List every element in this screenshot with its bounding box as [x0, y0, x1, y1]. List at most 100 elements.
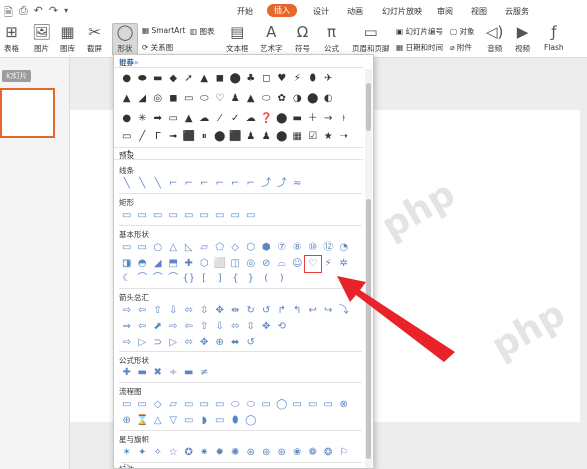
shape-option[interactable]: ⊛: [243, 445, 259, 461]
tab-review[interactable]: 审阅: [437, 6, 453, 17]
shape-option[interactable]: ⬄: [181, 335, 197, 351]
shape-option[interactable]: ⟊: [336, 111, 352, 127]
shape-option[interactable]: ✷: [197, 445, 213, 461]
shape-option[interactable]: ⇩: [212, 319, 228, 335]
shape-option[interactable]: ◻: [259, 71, 275, 87]
shape-option[interactable]: ▬: [135, 365, 151, 381]
shape-option[interactable]: ☺: [290, 256, 306, 272]
symbol-button[interactable]: Ω 符号: [295, 24, 310, 54]
shape-option[interactable]: ＋: [305, 111, 321, 127]
shape-option[interactable]: ⊕: [212, 335, 228, 351]
shape-option[interactable]: ╲: [150, 176, 166, 192]
shape-option[interactable]: ⤴: [259, 176, 275, 192]
tab-home[interactable]: 开始: [237, 6, 253, 17]
shape-option[interactable]: ⬜: [212, 256, 228, 272]
shape-option[interactable]: ⚐: [336, 445, 352, 461]
shape-option[interactable]: ⊘: [259, 256, 275, 272]
shape-option[interactable]: ▭: [212, 397, 228, 413]
shape-option[interactable]: ⊕: [119, 413, 135, 429]
shape-option[interactable]: ▲: [197, 71, 213, 87]
shape-option[interactable]: ⏸: [197, 129, 213, 145]
shape-option[interactable]: ♟: [228, 91, 244, 107]
shape-option[interactable]: ⇧: [150, 303, 166, 319]
shape-option[interactable]: ⬈: [150, 319, 166, 335]
shape-option[interactable]: ♥: [274, 71, 290, 87]
tab-cloud[interactable]: 云服务: [505, 6, 529, 17]
shape-option[interactable]: ⇳: [243, 319, 259, 335]
shape-option[interactable]: ▱: [166, 397, 182, 413]
shape-option[interactable]: ▭: [243, 208, 259, 224]
shape-option[interactable]: ⌐: [243, 176, 259, 192]
shape-option[interactable]: ✓: [228, 111, 244, 127]
wordart-button[interactable]: A 艺术字: [260, 24, 283, 54]
shape-option[interactable]: ◇: [228, 240, 244, 256]
shape-option[interactable]: ♟: [243, 129, 259, 145]
shape-option[interactable]: ▭: [166, 111, 182, 127]
shape-option[interactable]: ○: [150, 240, 166, 256]
shape-option[interactable]: ☁: [243, 111, 259, 127]
shape-option[interactable]: ❓: [259, 111, 275, 127]
shape-option[interactable]: ⬤: [228, 71, 244, 87]
shape-option[interactable]: ⤵: [336, 303, 352, 319]
redo-icon[interactable]: ↷: [49, 4, 58, 23]
shape-option[interactable]: ⚡: [321, 256, 337, 272]
shape-option[interactable]: ⬡: [243, 240, 259, 256]
shape-option[interactable]: ⌒: [135, 271, 151, 287]
shape-option[interactable]: ⬤: [274, 129, 290, 145]
shape-option[interactable]: ⇧: [197, 319, 213, 335]
gallery-button[interactable]: ▦ 图库: [60, 24, 75, 54]
shape-option[interactable]: ⬛: [181, 129, 197, 145]
shape-option[interactable]: ♡: [304, 255, 322, 273]
shape-option[interactable]: ➡: [150, 111, 166, 127]
shape-option[interactable]: ↩: [305, 303, 321, 319]
flash-button[interactable]: ƒ Flash: [544, 24, 564, 52]
shape-option[interactable]: ⬢: [259, 240, 275, 256]
shape-option[interactable]: ✺: [228, 445, 244, 461]
shape-option[interactable]: ⬮: [305, 71, 321, 87]
smartart-button[interactable]: ▦ SmartArt: [142, 26, 185, 35]
shape-option[interactable]: ◫: [228, 256, 244, 272]
tab-animation[interactable]: 动画: [347, 6, 363, 17]
shape-option[interactable]: ): [274, 271, 290, 287]
shape-option[interactable]: ✹: [212, 445, 228, 461]
tab-design[interactable]: 设计: [313, 6, 329, 17]
shape-option[interactable]: ✿: [274, 91, 290, 107]
shape-option[interactable]: ⑧: [290, 240, 306, 256]
shape-option[interactable]: ⌐: [181, 176, 197, 192]
shape-option[interactable]: ◔: [336, 240, 352, 256]
shape-option[interactable]: ♟: [259, 129, 275, 145]
shape-option[interactable]: ⌐: [135, 256, 151, 272]
shape-option[interactable]: ◎: [150, 91, 166, 107]
shape-option[interactable]: ⬭: [243, 397, 259, 413]
shape-option[interactable]: ✶: [119, 445, 135, 461]
shape-option[interactable]: ⇳: [197, 303, 213, 319]
shape-option[interactable]: ⬒: [166, 256, 182, 272]
shape-option[interactable]: ⬬: [135, 71, 151, 87]
shape-option[interactable]: ⊗: [336, 397, 352, 413]
slide-number-button[interactable]: ▣ 幻灯片编号: [396, 26, 443, 37]
shape-option[interactable]: ▭: [197, 208, 213, 224]
shape-option[interactable]: ≈: [290, 176, 306, 192]
shape-option[interactable]: ⌐: [197, 176, 213, 192]
shape-option[interactable]: ⇩: [166, 303, 182, 319]
more-link[interactable]: 更多»: [119, 57, 359, 68]
shape-option[interactable]: ⬭: [197, 91, 213, 107]
shape-option[interactable]: ▲: [119, 91, 135, 107]
shape-option[interactable]: ◐: [321, 91, 337, 107]
shape-option[interactable]: ▭: [181, 208, 197, 224]
shape-option[interactable]: ✪: [181, 445, 197, 461]
shape-option[interactable]: [: [197, 271, 213, 287]
shape-option[interactable]: }: [243, 271, 259, 287]
shape-option[interactable]: ⇦: [135, 303, 151, 319]
shape-option[interactable]: ❀: [290, 445, 306, 461]
shape-option[interactable]: ]: [212, 271, 228, 287]
shape-option[interactable]: ▭: [181, 91, 197, 107]
object-button[interactable]: ▢ 对象: [450, 26, 474, 37]
shape-option[interactable]: ⇒: [119, 319, 135, 335]
shape-option[interactable]: ⬛: [228, 129, 244, 145]
shape-option[interactable]: ◗: [197, 413, 213, 429]
shape-option[interactable]: ↪: [321, 303, 337, 319]
shape-option[interactable]: ⚡: [290, 71, 306, 87]
shape-option[interactable]: ⬤: [305, 91, 321, 107]
shape-option[interactable]: ▭: [150, 208, 166, 224]
